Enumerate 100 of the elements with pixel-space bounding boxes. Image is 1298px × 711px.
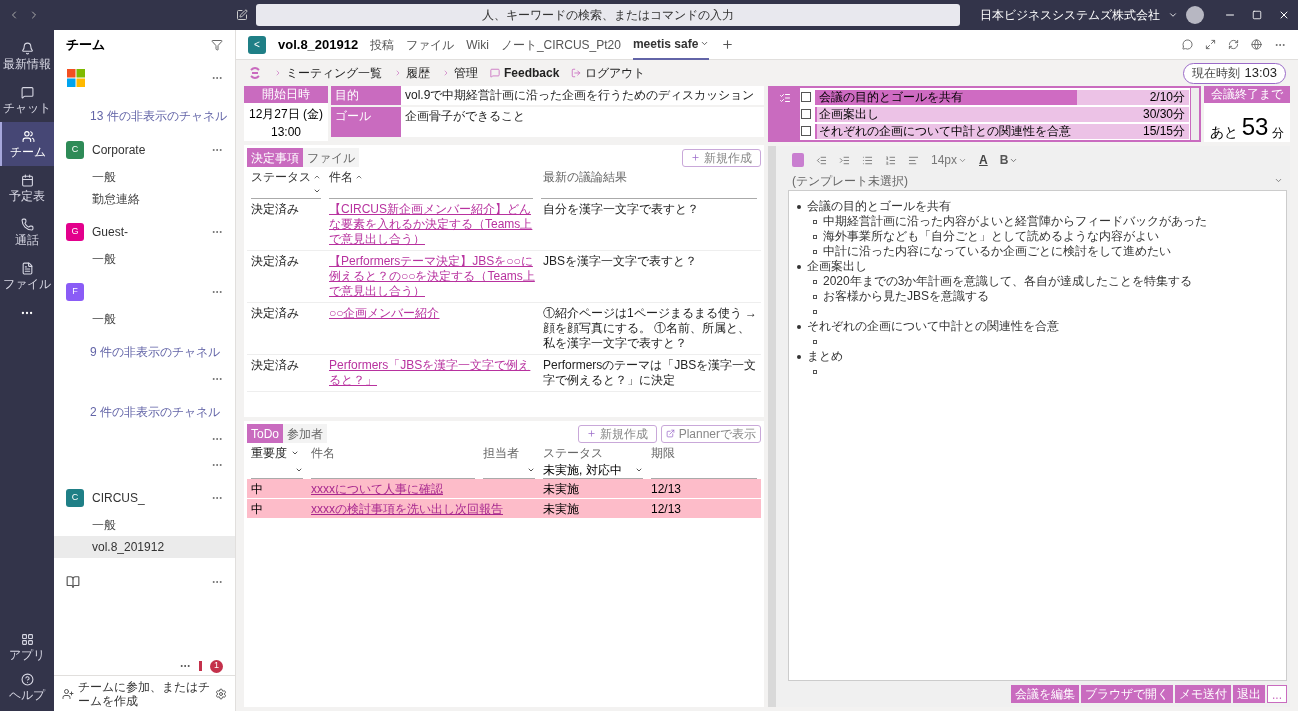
rail-item[interactable]: チャット <box>0 78 54 122</box>
channel-tab[interactable]: ノート_CIRCUS_Pt20 <box>500 29 621 60</box>
sort-icon[interactable] <box>313 173 321 181</box>
rail-item[interactable]: 予定表 <box>0 166 54 210</box>
maximize-icon[interactable] <box>1252 10 1262 20</box>
channel-item[interactable]: 一般 <box>54 248 235 270</box>
channel-item[interactable]: 一般 <box>54 166 235 188</box>
align-icon[interactable] <box>908 154 919 166</box>
app-logo <box>248 66 262 80</box>
subject-link[interactable]: 【Performersテーマ決定】JBSを○○に例えると？の○○を決定する（Teams上で意見出し合う） <box>329 254 535 299</box>
rail-item[interactable]: アプリ <box>0 627 54 667</box>
filter-icon[interactable] <box>211 39 223 51</box>
rail-item[interactable]: チーム <box>0 122 54 166</box>
rail-item[interactable]: ヘルプ <box>0 667 54 707</box>
plus-icon <box>586 429 596 438</box>
status-cell-text: 決定済み <box>250 306 300 322</box>
template-dropdown[interactable]: (テンプレート未選択) <box>788 171 1287 190</box>
channel-item[interactable]: 勤怠連絡 <box>54 188 235 210</box>
four-squares-logo[interactable] <box>66 68 86 88</box>
column-header[interactable]: 期限 <box>651 443 675 462</box>
panel-tab[interactable]: 参加者 <box>283 424 327 443</box>
panel-tab[interactable]: ファイル <box>303 148 359 167</box>
channel-item[interactable]: 一般 <box>54 308 235 330</box>
globe-icon[interactable] <box>1251 39 1262 50</box>
outdent-icon[interactable] <box>816 154 827 166</box>
task-link[interactable]: xxxxについて人事に確認 <box>311 481 443 496</box>
agenda-icon <box>779 92 791 104</box>
new-button[interactable]: 新規作成 <box>577 424 657 443</box>
column-header[interactable]: 件名 <box>329 168 353 186</box>
refresh-icon[interactable] <box>1228 39 1239 50</box>
column-header[interactable]: ステータス <box>251 168 311 186</box>
note-text: 会議の目的とゴールを共有 <box>807 199 951 214</box>
subject-link[interactable]: Performers「JBSを漢字一文字で例えると？」 <box>329 358 535 388</box>
channel-tab[interactable]: meetis safe <box>632 29 710 60</box>
caret-icon <box>1274 176 1283 185</box>
logout-link[interactable]: ログアウト <box>571 64 646 82</box>
team-item[interactable]: F <box>54 276 235 308</box>
add-tab-icon[interactable] <box>721 38 735 51</box>
priority-cell-text: 中 <box>250 480 264 498</box>
rail-item[interactable]: 通話 <box>0 210 54 254</box>
task-link[interactable]: xxxxの検討事項を洗い出し次回報告 <box>311 501 503 516</box>
calendar-icon <box>20 174 34 187</box>
team-item[interactable]: C CIRCUS_ <box>54 482 235 514</box>
note-text: 中計に沿った内容になっているか企画ごとに検討をして進めたい <box>823 244 1171 259</box>
column-header[interactable]: 最新の議論結果 <box>543 168 627 186</box>
hidden-channels-link[interactable]: 9 件の非表示のチャネル <box>90 343 220 361</box>
note-text: 海外事業所なども「自分ごと」として読めるような内容がよい <box>823 229 1159 244</box>
bullet-list-icon[interactable] <box>862 154 873 166</box>
bullet-icon <box>813 295 817 299</box>
hidden-channels-link[interactable]: 13 件の非表示のチャネル <box>90 107 227 125</box>
column-header[interactable]: 件名 <box>311 443 335 462</box>
channel-item[interactable]: 一般 <box>54 514 235 536</box>
column-header[interactable]: 重要度 <box>251 443 287 462</box>
agenda-checkbox[interactable] <box>801 126 811 136</box>
close-icon[interactable] <box>1278 9 1290 21</box>
channel-tab[interactable]: 投稿 <box>370 29 395 60</box>
feedback-link[interactable]: Feedback <box>490 64 560 82</box>
nav-link[interactable]: 履歴 <box>394 64 430 82</box>
compose-icon[interactable] <box>236 9 248 21</box>
book-icon[interactable] <box>66 575 80 589</box>
channel-item[interactable]: vol.8_201912 <box>54 536 235 558</box>
organization-name[interactable]: 日本ビジネスシステムズ株式会社 <box>980 6 1160 24</box>
font-color-button[interactable]: A <box>979 151 988 169</box>
agenda-checkbox[interactable] <box>801 109 811 119</box>
result-cell-text: Performersのテーマは「JBSを漢字一文字で例えると？」に決定 <box>542 358 758 388</box>
numbered-list-icon[interactable] <box>885 154 896 166</box>
search-field[interactable]: 人、キーワードの検索、またはコマンドの入力 <box>256 4 960 26</box>
hidden-channels-link[interactable]: 2 件の非表示のチャネル <box>90 403 220 421</box>
settings-icon[interactable] <box>215 687 227 700</box>
planner-button[interactable]: Plannerで表示 <box>660 424 761 443</box>
filter-dropdown[interactable] <box>251 187 321 199</box>
notebook-icon <box>792 153 804 167</box>
font-size-dropdown[interactable]: 14px <box>931 151 968 169</box>
subject-link[interactable]: ○○企画メンバー紹介 <box>329 306 535 321</box>
subject-link[interactable]: 【CIRCUS新企画メンバー紹介】どんな要素を入れるか決定する（Teams上で意見出し合う） <box>329 202 535 247</box>
team-avatar: F <box>66 283 84 301</box>
rail-item[interactable]: ファイル <box>0 254 54 298</box>
bold-dropdown[interactable]: B <box>999 151 1019 169</box>
team-item[interactable]: G Guest- <box>54 216 235 248</box>
new-button[interactable]: 新規作成 <box>682 148 761 167</box>
expand-icon[interactable] <box>1205 39 1216 50</box>
caret-icon[interactable] <box>1168 10 1178 20</box>
notes-area[interactable]: 会議の目的とゴールを共有 中期経営計画に沿った内容がよいと経営陣からフィードバックがあった 海外事業所なども「自分ごと」として読めるような内容がよい 中計に沿った内容になっているか企画ごとに検討をして進めたい 企画案出し 2020年までの3か年計画を意識して、各自が達成したことを特集する お客様から見たJBSを意識する それぞれの企画について中計との関連性を合意 まとめ <box>788 190 1287 681</box>
avatar[interactable] <box>1186 6 1204 24</box>
team-item[interactable]: C Corporate <box>54 134 235 166</box>
status-cell-text: 未実施 <box>542 500 580 518</box>
chat-icon[interactable] <box>1182 39 1193 50</box>
column-header[interactable]: 担当者 <box>483 443 519 462</box>
indent-icon[interactable] <box>839 154 850 166</box>
agenda-checkbox[interactable] <box>801 92 811 102</box>
status-cell-text: 決定済み <box>250 202 300 218</box>
sort-icon[interactable] <box>355 173 363 181</box>
channel-tab[interactable]: ファイル <box>406 29 455 60</box>
nav-link[interactable]: ミーティング一覧 <box>274 64 382 82</box>
channel-tab[interactable]: Wiki <box>466 29 489 60</box>
rail-item[interactable]: 最新情報 <box>0 34 54 78</box>
column-header[interactable]: ステータス <box>543 443 603 462</box>
bullet-icon <box>797 325 801 329</box>
nav-link[interactable]: 管理 <box>442 64 478 82</box>
join-team-link[interactable]: チームに参加、またはチームを作成 <box>78 679 211 708</box>
